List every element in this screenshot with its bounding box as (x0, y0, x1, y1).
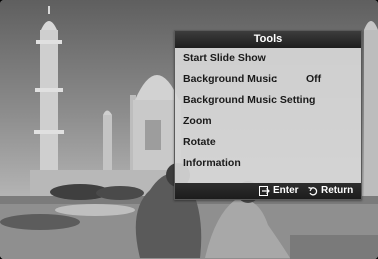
menu-item-label: Background Music (183, 73, 277, 85)
menu-item-start-slide-show[interactable]: Start Slide Show (175, 48, 361, 69)
menu-item-separator: : (274, 73, 278, 85)
tools-menu-list: Start Slide Show Background Music : Off … (175, 48, 361, 174)
tv-screen: Tools Start Slide Show Background Music … (0, 0, 378, 259)
enter-label: Enter (273, 185, 299, 196)
menu-item-information[interactable]: Information (175, 153, 361, 174)
menu-item-rotate[interactable]: Rotate (175, 132, 361, 153)
menu-item-zoom[interactable]: Zoom (175, 111, 361, 132)
menu-item-background-music[interactable]: Background Music : Off (175, 69, 361, 90)
menu-item-label: Start Slide Show (183, 52, 266, 64)
menu-item-label: Background Music Setting (183, 94, 316, 106)
menu-item-label: Rotate (183, 136, 216, 148)
enter-hint[interactable]: Enter (259, 185, 299, 197)
return-icon (308, 186, 318, 196)
tools-menu: Tools Start Slide Show Background Music … (174, 30, 362, 200)
menu-item-background-music-setting[interactable]: Background Music Setting (175, 90, 361, 111)
tools-title: Tools (175, 31, 361, 48)
enter-icon (259, 186, 270, 196)
return-hint[interactable]: Return (308, 185, 353, 197)
return-label: Return (321, 185, 354, 196)
menu-item-label: Zoom (183, 115, 212, 127)
menu-item-label: Information (183, 157, 241, 169)
background-music-value: Off (306, 73, 322, 85)
tools-footer: Enter Return (175, 183, 361, 199)
